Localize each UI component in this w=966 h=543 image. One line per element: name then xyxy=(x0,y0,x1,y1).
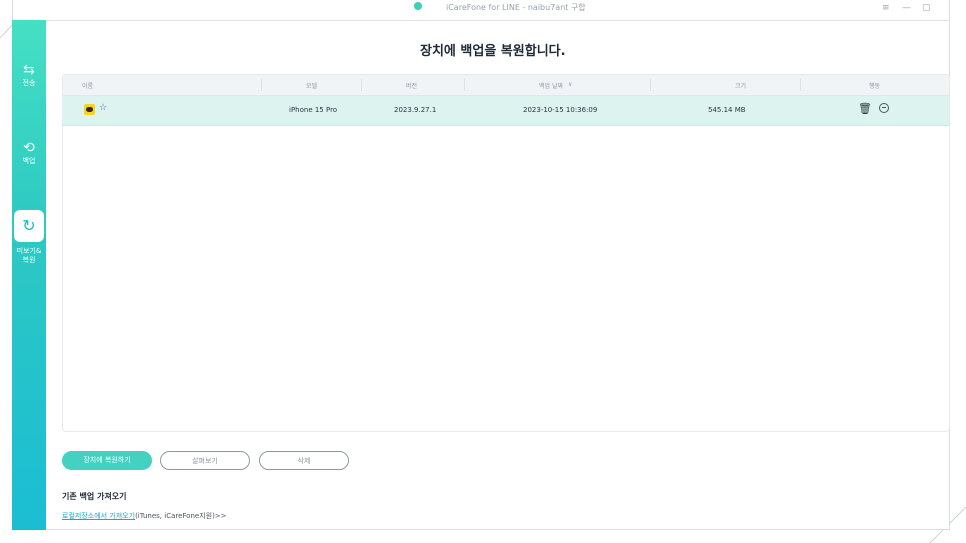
app-logo-icon xyxy=(414,2,422,10)
column-header-date[interactable]: 백업 날짜 xyxy=(539,81,563,90)
row-model: iPhone 15 Pro xyxy=(289,106,338,114)
sync-icon: ⟲ xyxy=(23,140,35,156)
import-support-note: (iTunes, iCareFone지원)>> xyxy=(135,512,227,520)
import-backup-line: 로컬저장소에서 가져오기(iTunes, iCareFone지원)>> xyxy=(62,511,227,521)
sidebar: ⇆ 전송 ⟲ 백업 ↻ 미보기& 복원 xyxy=(12,20,46,530)
column-header-size: 크기 xyxy=(735,83,747,90)
row-version: 2023.9.27.1 xyxy=(394,106,437,114)
maximize-icon[interactable]: ▢ xyxy=(922,3,931,13)
sidebar-item-restore-label: 미보기& 복원 xyxy=(16,247,42,264)
column-divider xyxy=(361,79,362,91)
restore-to-device-button[interactable]: 장치에 복원하기 xyxy=(62,451,152,470)
backup-table: 이름 모델 버전 백업 날짜 ∨ 크기 행동 ☆ iPhone 15 Pro 2… xyxy=(62,74,950,432)
title-bar: iCareFone for LINE - naibu7ant 구합 ≡ — ▢ xyxy=(46,0,949,21)
column-header-action: 행동 xyxy=(869,83,881,90)
sidebar-item-transfer[interactable]: ⇆ 전송 xyxy=(12,62,46,88)
transfer-icon: ⇆ xyxy=(23,62,35,78)
line-app-icon xyxy=(84,104,95,115)
column-header-model: 모델 xyxy=(306,83,318,90)
minimize-icon[interactable]: — xyxy=(902,3,911,13)
preview-button[interactable]: 살펴보기 xyxy=(160,451,250,470)
menu-icon[interactable]: ≡ xyxy=(882,3,890,13)
page-title: 장치에 백업을 복원합니다. xyxy=(420,44,566,59)
sidebar-item-label: 백업 xyxy=(22,157,36,165)
table-header: 이름 모델 버전 백업 날짜 ∨ 크기 행동 xyxy=(63,75,949,96)
row-size: 545.14 MB xyxy=(708,106,746,114)
window-title: iCareFone for LINE - naibu7ant 구합 xyxy=(446,3,586,12)
column-divider xyxy=(650,79,651,91)
delete-button[interactable]: 삭제 xyxy=(259,451,349,470)
column-divider xyxy=(800,79,801,91)
backup-name: ☆ xyxy=(99,103,108,113)
import-backup-title: 기존 백업 가져오기 xyxy=(62,492,127,501)
table-row[interactable]: ☆ iPhone 15 Pro 2023.9.27.1 2023-10-15 1… xyxy=(63,96,949,126)
more-icon[interactable] xyxy=(879,103,889,113)
restore-icon: ↻ xyxy=(22,216,36,235)
column-header-name: 이름 xyxy=(82,83,94,90)
trash-icon[interactable]: 🗑 xyxy=(858,102,872,115)
row-date: 2023-10-15 10:36:09 xyxy=(523,106,598,114)
import-local-link[interactable]: 로컬저장소에서 가져오기 xyxy=(62,512,135,520)
sort-chevron-icon[interactable]: ∨ xyxy=(568,81,572,88)
sidebar-item-restore[interactable]: ↻ xyxy=(14,210,44,242)
sidebar-item-backup[interactable]: ⟲ 백업 xyxy=(12,140,46,166)
column-divider xyxy=(464,79,465,91)
column-header-version: 버전 xyxy=(406,83,418,90)
column-divider xyxy=(261,79,262,91)
sidebar-item-label: 전송 xyxy=(22,79,36,87)
